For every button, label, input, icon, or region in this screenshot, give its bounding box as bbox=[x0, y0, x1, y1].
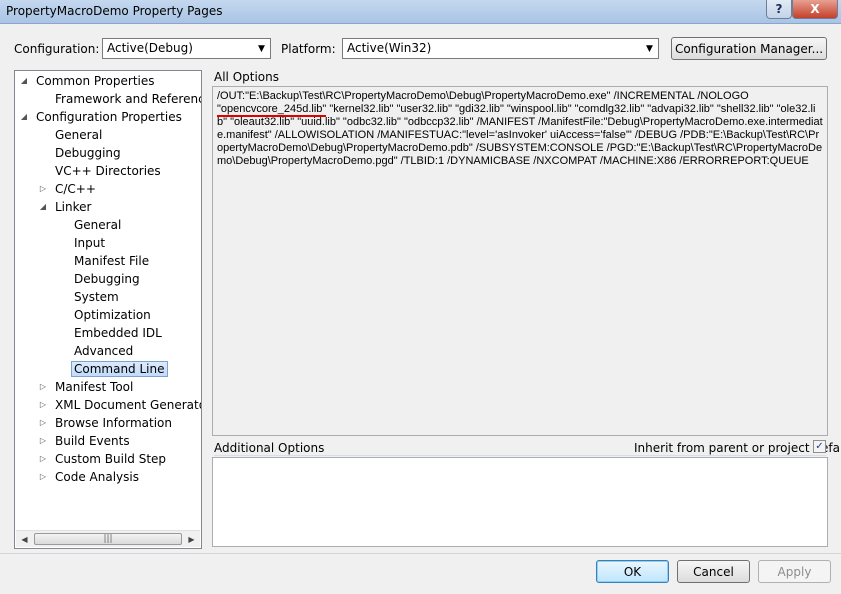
highlighted-library: "opencvcore_245d.lib" bbox=[217, 103, 327, 117]
divider bbox=[214, 455, 826, 456]
tree-item[interactable]: Optimization bbox=[57, 306, 154, 324]
platform-label: Platform: bbox=[281, 42, 336, 56]
help-button[interactable]: ? bbox=[766, 0, 792, 19]
title-bar[interactable]: PropertyMacroDemo Property Pages ? X bbox=[0, 0, 841, 24]
tree-horizontal-scrollbar[interactable]: ◀ ||| ▶ bbox=[16, 530, 200, 547]
configuration-dropdown[interactable]: Active(Debug) ▼ bbox=[102, 38, 271, 59]
configuration-label: Configuration: bbox=[14, 42, 100, 56]
tree-item-label: XML Document Generator bbox=[55, 398, 202, 412]
tree-item-label: VC++ Directories bbox=[55, 164, 161, 178]
inherit-checkbox[interactable]: ✓ bbox=[813, 440, 826, 453]
platform-dropdown[interactable]: Active(Win32) ▼ bbox=[342, 38, 659, 59]
tree-item[interactable]: ◢ Linker bbox=[38, 198, 94, 216]
close-icon: X bbox=[810, 2, 820, 16]
tree-item-label: Debugging bbox=[74, 272, 140, 286]
tree-item[interactable]: Input bbox=[57, 234, 108, 252]
all-options-text-before: /OUT:"E:\Backup\Test\RC\PropertyMacroDem… bbox=[217, 90, 749, 102]
checkmark-icon: ✓ bbox=[815, 441, 824, 452]
tree-item-label: General bbox=[55, 128, 103, 142]
collapsed-arrow-icon[interactable]: ▷ bbox=[38, 468, 48, 486]
tree-item[interactable]: ◢ Configuration Properties bbox=[19, 108, 185, 126]
scroll-left-icon[interactable]: ◀ bbox=[16, 531, 33, 547]
tree-item-label: Custom Build Step bbox=[55, 452, 167, 466]
collapsed-arrow-icon[interactable]: ▷ bbox=[38, 180, 48, 198]
scroll-thumb[interactable]: ||| bbox=[34, 533, 182, 545]
tree-item-label: Optimization bbox=[74, 308, 151, 322]
property-pages-dialog: PropertyMacroDemo Property Pages ? X Con… bbox=[0, 0, 841, 594]
tree-item-label: General bbox=[74, 218, 122, 232]
tree-item[interactable]: ▷ Browse Information bbox=[38, 414, 175, 432]
divider bbox=[0, 553, 841, 554]
tree-item[interactable]: VC++ Directories bbox=[38, 162, 164, 180]
tree-item-label: Command Line bbox=[71, 361, 168, 377]
tree-item-label: Debugging bbox=[55, 146, 121, 160]
additional-options-input[interactable] bbox=[212, 457, 828, 547]
help-icon: ? bbox=[775, 2, 783, 16]
tree-item[interactable]: Command Line bbox=[57, 360, 168, 378]
tree-item-label: Linker bbox=[55, 200, 92, 214]
tree-item-label: Framework and References bbox=[55, 92, 202, 106]
expanded-arrow-icon[interactable]: ◢ bbox=[19, 72, 29, 90]
property-tree[interactable]: ◢ Common Properties Framework and Referenc… bbox=[14, 70, 202, 549]
tree-item[interactable]: Advanced bbox=[57, 342, 136, 360]
tree-item[interactable]: Debugging bbox=[38, 144, 124, 162]
tree-item-label: Manifest File bbox=[74, 254, 150, 268]
tree-item-label: Code Analysis bbox=[55, 470, 139, 484]
tree-item-label: Browse Information bbox=[55, 416, 172, 430]
cancel-button[interactable]: Cancel bbox=[677, 560, 750, 583]
collapsed-arrow-icon[interactable]: ▷ bbox=[38, 396, 48, 414]
close-button[interactable]: X bbox=[792, 0, 838, 19]
grip-icon: ||| bbox=[103, 534, 113, 544]
tree-item[interactable]: System bbox=[57, 288, 122, 306]
inherit-label: Inherit from parent or project defaults bbox=[634, 441, 841, 455]
tree-item[interactable]: General bbox=[57, 216, 124, 234]
tree-item-label: Advanced bbox=[74, 344, 134, 358]
tree-item[interactable]: Debugging bbox=[57, 270, 143, 288]
chevron-down-icon: ▼ bbox=[646, 43, 653, 54]
tree-item-label: Manifest Tool bbox=[55, 380, 134, 394]
collapsed-arrow-icon[interactable]: ▷ bbox=[38, 378, 48, 396]
tree-item[interactable]: Framework and References bbox=[38, 90, 202, 108]
configuration-value: Active(Debug) bbox=[107, 41, 193, 55]
tree-item[interactable]: Embedded IDL bbox=[57, 324, 165, 342]
tree-item[interactable]: ◢ Common Properties bbox=[19, 72, 158, 90]
tree-item-label: Build Events bbox=[55, 434, 130, 448]
all-options-text[interactable]: /OUT:"E:\Backup\Test\RC\PropertyMacroDem… bbox=[212, 86, 828, 436]
collapsed-arrow-icon[interactable]: ▷ bbox=[38, 432, 48, 450]
tree-item-label: Common Properties bbox=[36, 74, 155, 88]
tree-item-label: Configuration Properties bbox=[36, 110, 182, 124]
tree-item-label: System bbox=[74, 290, 119, 304]
tree-item[interactable]: ▷ C/C++ bbox=[38, 180, 99, 198]
collapsed-arrow-icon[interactable]: ▷ bbox=[38, 450, 48, 468]
tree-item-label: C/C++ bbox=[55, 182, 96, 196]
tree-item[interactable]: General bbox=[38, 126, 105, 144]
apply-button[interactable]: Apply bbox=[758, 560, 831, 583]
tree-item[interactable]: ▷ Build Events bbox=[38, 432, 133, 450]
expanded-arrow-icon[interactable]: ◢ bbox=[38, 198, 48, 216]
configuration-manager-button[interactable]: Configuration Manager... bbox=[671, 37, 827, 60]
ok-button[interactable]: OK bbox=[596, 560, 669, 583]
tree-item[interactable]: Manifest File bbox=[57, 252, 152, 270]
window-title: PropertyMacroDemo Property Pages bbox=[6, 4, 223, 18]
expanded-arrow-icon[interactable]: ◢ bbox=[19, 108, 29, 126]
tree-item-label: Input bbox=[74, 236, 106, 250]
collapsed-arrow-icon[interactable]: ▷ bbox=[38, 414, 48, 432]
tree-item-label: Embedded IDL bbox=[74, 326, 162, 340]
all-options-label: All Options bbox=[214, 70, 279, 84]
tree-item[interactable]: ▷ Code Analysis bbox=[38, 468, 142, 486]
chevron-down-icon: ▼ bbox=[258, 43, 265, 54]
additional-options-label: Additional Options bbox=[214, 441, 325, 455]
scroll-right-icon[interactable]: ▶ bbox=[183, 531, 200, 547]
tree-item[interactable]: ▷ Manifest Tool bbox=[38, 378, 136, 396]
tree-item[interactable]: ▷ Custom Build Step bbox=[38, 450, 169, 468]
platform-value: Active(Win32) bbox=[347, 41, 432, 55]
tree-item[interactable]: ▷ XML Document Generator bbox=[38, 396, 202, 414]
